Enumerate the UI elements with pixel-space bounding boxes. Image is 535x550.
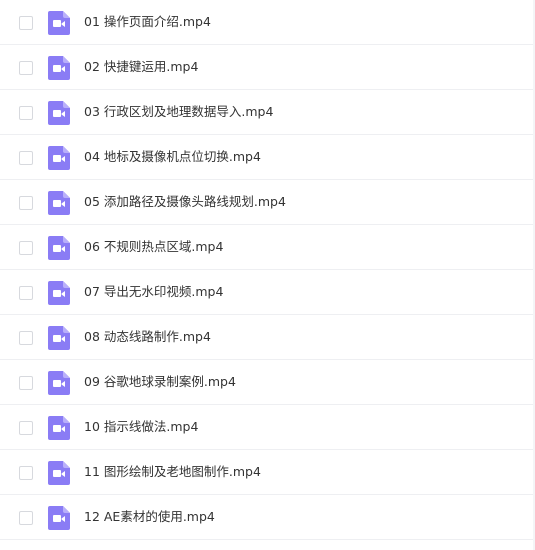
file-name[interactable]: 09 谷歌地球录制案例.mp4 [84, 374, 236, 390]
file-row[interactable]: 06 不规则热点区域.mp4 [0, 225, 535, 270]
file-row[interactable]: 01 操作页面介绍.mp4 [0, 0, 535, 45]
video-file-icon [48, 325, 70, 350]
file-name[interactable]: 05 添加路径及摄像头路线规划.mp4 [84, 194, 286, 210]
file-row[interactable]: 07 导出无水印视频.mp4 [0, 270, 535, 315]
video-file-icon [48, 145, 70, 170]
file-name[interactable]: 04 地标及摄像机点位切换.mp4 [84, 149, 261, 165]
row-checkbox[interactable] [19, 285, 33, 300]
file-name[interactable]: 08 动态线路制作.mp4 [84, 329, 211, 345]
file-row[interactable]: 08 动态线路制作.mp4 [0, 315, 535, 360]
file-row[interactable]: 12 AE素材的使用.mp4 [0, 495, 535, 540]
video-file-icon [48, 100, 70, 125]
video-file-icon [48, 55, 70, 80]
video-file-icon [48, 505, 70, 530]
row-checkbox[interactable] [19, 510, 33, 525]
row-checkbox[interactable] [19, 420, 33, 435]
video-file-icon [48, 370, 70, 395]
video-file-icon [48, 190, 70, 215]
video-file-icon [48, 10, 70, 35]
file-name[interactable]: 01 操作页面介绍.mp4 [84, 14, 211, 30]
file-row[interactable]: 05 添加路径及摄像头路线规划.mp4 [0, 180, 535, 225]
row-checkbox[interactable] [19, 465, 33, 480]
row-checkbox[interactable] [19, 375, 33, 390]
file-row[interactable]: 03 行政区划及地理数据导入.mp4 [0, 90, 535, 135]
file-row[interactable]: 10 指示线做法.mp4 [0, 405, 535, 450]
row-checkbox[interactable] [19, 195, 33, 210]
file-name[interactable]: 03 行政区划及地理数据导入.mp4 [84, 104, 273, 120]
row-checkbox[interactable] [19, 150, 33, 165]
video-file-icon [48, 415, 70, 440]
row-checkbox[interactable] [19, 330, 33, 345]
file-row[interactable]: 04 地标及摄像机点位切换.mp4 [0, 135, 535, 180]
row-checkbox[interactable] [19, 240, 33, 255]
file-name[interactable]: 12 AE素材的使用.mp4 [84, 509, 215, 525]
file-name[interactable]: 10 指示线做法.mp4 [84, 419, 198, 435]
row-checkbox[interactable] [19, 15, 33, 30]
file-list: 01 操作页面介绍.mp4 02 快捷键运用.mp4 03 行政区划及地理数据导入.… [0, 0, 535, 540]
file-row[interactable]: 09 谷歌地球录制案例.mp4 [0, 360, 535, 405]
video-file-icon [48, 280, 70, 305]
file-row[interactable]: 11 图形绘制及老地图制作.mp4 [0, 450, 535, 495]
file-name[interactable]: 02 快捷键运用.mp4 [84, 59, 198, 75]
file-name[interactable]: 11 图形绘制及老地图制作.mp4 [84, 464, 261, 480]
file-name[interactable]: 07 导出无水印视频.mp4 [84, 284, 223, 300]
video-file-icon [48, 235, 70, 260]
file-name[interactable]: 06 不规则热点区域.mp4 [84, 239, 223, 255]
video-file-icon [48, 460, 70, 485]
row-checkbox[interactable] [19, 60, 33, 75]
row-checkbox[interactable] [19, 105, 33, 120]
file-row[interactable]: 02 快捷键运用.mp4 [0, 45, 535, 90]
